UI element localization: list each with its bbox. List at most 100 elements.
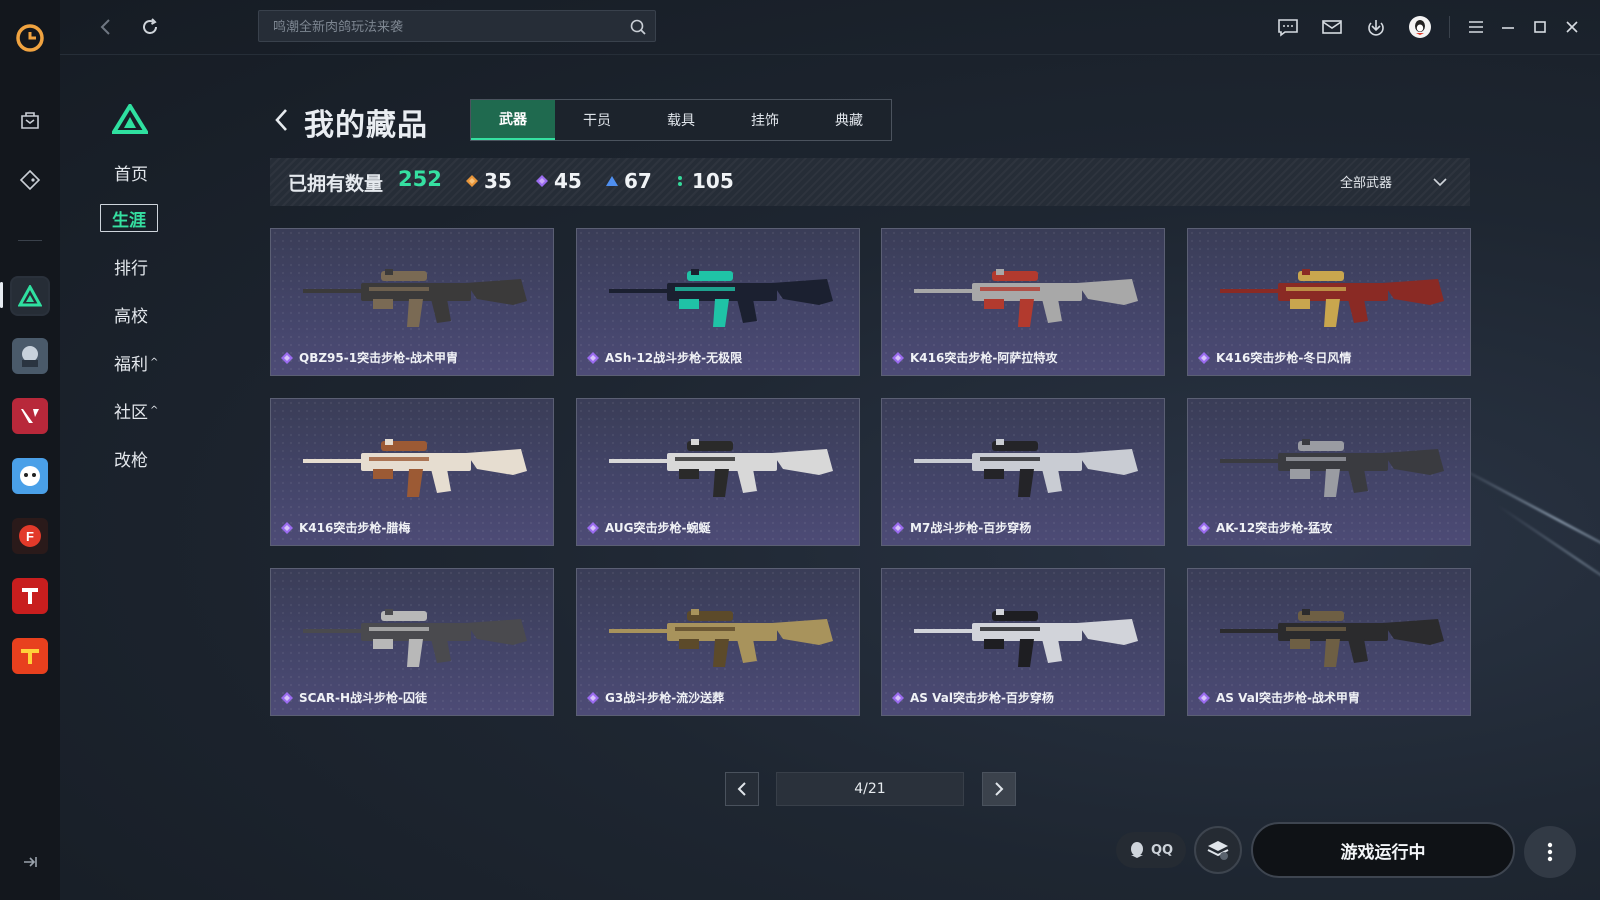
weapon-skin-image xyxy=(1198,243,1460,343)
tab-charms[interactable]: 挂饰 xyxy=(723,100,807,140)
search-icon[interactable] xyxy=(629,18,647,36)
search-input[interactable] xyxy=(271,11,615,43)
search-box xyxy=(258,10,656,43)
mail-icon[interactable] xyxy=(1320,15,1344,39)
game-delta-force-tile[interactable] xyxy=(12,278,48,314)
weapon-card[interactable]: K416突击步枪-腊梅 xyxy=(270,398,554,546)
rarity-count-purple: 45 xyxy=(536,169,582,193)
prev-page-button[interactable] xyxy=(725,772,759,806)
weapon-skin-image xyxy=(587,413,849,513)
weapon-card[interactable]: QBZ95-1突击步枪-战术甲胄 xyxy=(270,228,554,376)
menu-icon[interactable] xyxy=(1464,15,1488,39)
back-button[interactable] xyxy=(94,15,118,39)
weapon-skin-image xyxy=(281,243,543,343)
nav-item-home[interactable]: 首页 xyxy=(100,158,166,186)
rarity-gem-icon xyxy=(587,351,599,364)
weapon-skin-image xyxy=(587,243,849,343)
weapon-name-label: SCAR-H战斗步枪-囚徒 xyxy=(299,691,427,705)
refresh-button[interactable] xyxy=(138,15,162,39)
rarity-count-value: 45 xyxy=(554,169,582,193)
weapon-skin-image xyxy=(1198,413,1460,513)
caret-up-icon: ^ xyxy=(150,356,159,368)
game-valorant-tile[interactable] xyxy=(12,398,48,434)
next-page-button[interactable] xyxy=(982,772,1016,806)
weapon-name-label: AS Val突击步枪-百步穿杨 xyxy=(910,691,1054,705)
weapon-name-label: QBZ95-1突击步枪-战术甲胄 xyxy=(299,351,459,365)
green-dots-icon xyxy=(678,176,682,186)
filter-label: 全部武器 xyxy=(1339,176,1392,191)
weapon-card[interactable]: AS Val突击步枪-战术甲胄 xyxy=(1187,568,1471,716)
tab-collection[interactable]: 典藏 xyxy=(807,100,891,140)
rarity-gem-icon xyxy=(1198,351,1210,364)
game-running-button[interactable]: 游戏运行中 xyxy=(1251,822,1515,878)
weapon-card[interactable]: K416突击步枪-冬日风情 xyxy=(1187,228,1471,376)
nav-item-ranking[interactable]: 排行 xyxy=(100,252,166,280)
owned-count-label: 已拥有数量 xyxy=(288,173,384,195)
tab-vehicles[interactable]: 载具 xyxy=(639,100,723,140)
nav-label: 高校 xyxy=(114,306,148,327)
page-title: 我的藏品 xyxy=(304,108,428,143)
game-crossfire-tile[interactable]: F xyxy=(12,518,48,554)
rarity-gem-icon xyxy=(892,691,904,704)
rarity-count-orange: 35 xyxy=(466,169,512,193)
tab-weapons[interactable]: 武器 xyxy=(471,100,555,140)
app-rail: F xyxy=(0,0,60,900)
rarity-gem-icon xyxy=(587,521,599,534)
game-tile-7[interactable] xyxy=(12,638,48,674)
weapon-name-label: ASh-12战斗步枪-无极限 xyxy=(605,351,743,365)
back-chevron-icon[interactable] xyxy=(272,106,292,134)
qq-login-button[interactable]: QQ xyxy=(1116,832,1186,868)
orange-gem-icon xyxy=(466,175,478,187)
nav-item-welfare[interactable]: 福利 ^ xyxy=(100,348,166,376)
weapon-card[interactable]: K416突击步枪-阿萨拉特攻 xyxy=(881,228,1165,376)
rarity-count-blue: 67 xyxy=(606,169,652,193)
weapon-card[interactable]: AUG突击步枪-蜿蜒 xyxy=(576,398,860,546)
app-logo-icon[interactable] xyxy=(14,22,46,54)
weapon-name: AK-12突击步枪-猛攻 xyxy=(1198,519,1332,536)
weapon-name: G3战斗步枪-流沙送葬 xyxy=(587,689,724,706)
delta-force-logo-icon xyxy=(112,104,148,134)
owned-count-value: 252 xyxy=(398,167,442,191)
nav-item-career[interactable]: 生涯 xyxy=(100,204,158,232)
game-tile-6[interactable] xyxy=(12,578,48,614)
weapon-card[interactable]: SCAR-H战斗步枪-囚徒 xyxy=(270,568,554,716)
rarity-gem-icon xyxy=(892,521,904,534)
nav-label: 排行 xyxy=(114,258,148,279)
user-avatar-icon[interactable] xyxy=(1408,15,1432,39)
more-vertical-icon xyxy=(1547,842,1553,862)
collapse-sidebar-icon[interactable] xyxy=(20,852,40,872)
weapon-name-label: AS Val突击步枪-战术甲胄 xyxy=(1216,691,1360,705)
tab-operators[interactable]: 干员 xyxy=(555,100,639,140)
store-bag-icon[interactable] xyxy=(14,104,46,136)
weapon-card[interactable]: M7战斗步枪-百步穿杨 xyxy=(881,398,1165,546)
rarity-gem-icon xyxy=(1198,521,1210,534)
chat-icon[interactable] xyxy=(1276,15,1300,39)
accelerator-button[interactable] xyxy=(1194,826,1242,874)
top-bar xyxy=(60,0,1600,55)
rarity-count-value: 105 xyxy=(692,169,734,193)
weapon-name-label: K416突击步枪-冬日风情 xyxy=(1216,351,1352,365)
game-tile-2[interactable] xyxy=(12,338,48,374)
close-icon[interactable] xyxy=(1560,15,1584,39)
coupon-tag-icon[interactable] xyxy=(14,164,46,196)
weapon-name-label: K416突击步枪-阿萨拉特攻 xyxy=(910,351,1058,365)
more-options-button[interactable] xyxy=(1524,826,1576,878)
game-tile-4[interactable] xyxy=(12,458,48,494)
weapon-card[interactable]: AK-12突击步枪-猛攻 xyxy=(1187,398,1471,546)
nav-item-gunsmith[interactable]: 改枪 xyxy=(100,444,166,472)
download-icon[interactable] xyxy=(1364,15,1388,39)
weapon-name-label: AK-12突击步枪-猛攻 xyxy=(1216,521,1333,535)
weapon-card[interactable]: ASh-12战斗步枪-无极限 xyxy=(576,228,860,376)
weapon-card[interactable]: G3战斗步枪-流沙送葬 xyxy=(576,568,860,716)
maximize-icon[interactable] xyxy=(1528,15,1552,39)
weapon-filter-dropdown[interactable]: 全部武器 xyxy=(1340,172,1448,191)
minimize-icon[interactable] xyxy=(1496,15,1520,39)
active-indicator xyxy=(0,282,3,308)
weapon-skin-image xyxy=(587,583,849,683)
nav-label: 福利 xyxy=(114,354,148,375)
nav-item-community[interactable]: 社区 ^ xyxy=(100,396,166,424)
nav-item-university[interactable]: 高校 xyxy=(100,300,166,328)
rarity-gem-icon xyxy=(281,691,293,704)
qq-penguin-icon xyxy=(1130,842,1143,858)
weapon-card[interactable]: AS Val突击步枪-百步穿杨 xyxy=(881,568,1165,716)
